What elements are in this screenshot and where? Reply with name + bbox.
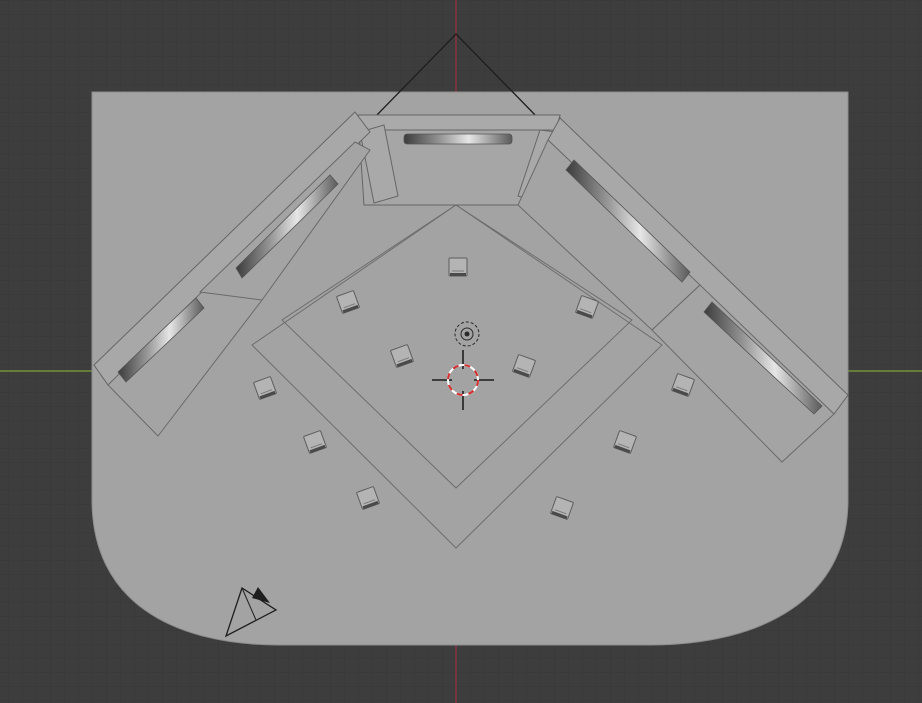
3d-viewport[interactable] <box>0 0 922 703</box>
spotlight-lamp[interactable] <box>448 257 468 277</box>
display-panel-center <box>403 133 513 145</box>
viewport-canvas[interactable] <box>0 0 922 703</box>
